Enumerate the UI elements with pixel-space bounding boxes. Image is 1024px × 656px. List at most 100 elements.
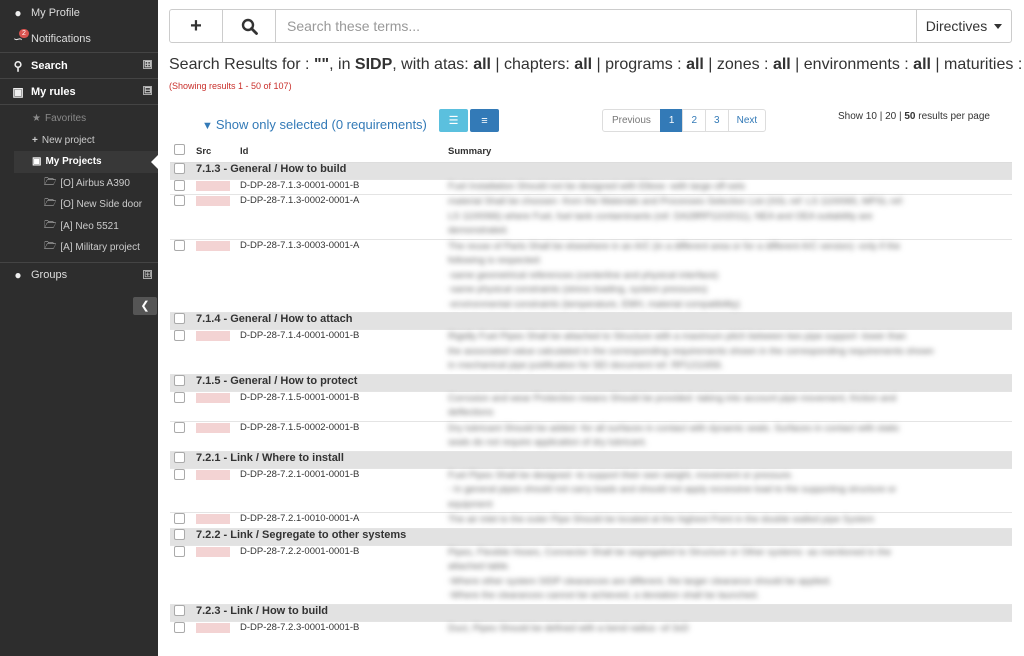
group-title[interactable]: 7.1.3 - General / How to build	[196, 161, 1012, 179]
requirement-id[interactable]: D-DP-28-7.1.3-0002-0001-A	[240, 194, 448, 239]
search-button[interactable]	[223, 10, 276, 42]
source-badge	[196, 392, 230, 403]
requirement-id[interactable]: D-DP-28-7.2.3-0001-0001-B	[240, 620, 448, 636]
group-title[interactable]: 7.2.1 - Link / Where to install	[196, 450, 1012, 468]
select-all-checkbox[interactable]	[174, 144, 185, 156]
summary-cell: Pipes, Flexible Hoses, Connector Shall b…	[448, 544, 1012, 604]
group-checkbox[interactable]	[174, 528, 185, 540]
my-projects-label: My Projects	[45, 156, 102, 168]
table-row[interactable]: D-DP-28-7.1.3-0001-0001-B Fuel Installati…	[170, 178, 1012, 195]
group-title[interactable]: 7.1.5 - General / How to protect	[196, 373, 1012, 391]
sidebar-item-project[interactable]: 🗁 [O] New Side door	[14, 194, 158, 216]
page-button[interactable]: 2	[682, 109, 707, 132]
requirement-id[interactable]: D-DP-28-7.1.5-0001-0001-B	[240, 390, 448, 421]
requirement-summary: The reuse of Parts Shall be elsewhere in…	[448, 240, 1012, 313]
row-checkbox[interactable]	[174, 330, 185, 341]
sidebar-item-new-project[interactable]: + New project	[14, 130, 158, 152]
row-checkbox[interactable]	[174, 468, 185, 480]
group-checkbox-cell	[170, 450, 196, 468]
search-input[interactable]	[276, 10, 916, 42]
table-row[interactable]: D-DP-28-7.2.1-0010-0001-A The air inlet t…	[170, 512, 1012, 528]
title-chapters: all	[574, 56, 593, 73]
table-body: 7.1.3 - General / How to build D-DP-28-7.…	[170, 161, 1012, 636]
table-row[interactable]: D-DP-28-7.2.3-0001-0001-B Duct, Pipes Sho…	[170, 620, 1012, 636]
table-row[interactable]: D-DP-28-7.1.3-0003-0001-A The reuse of Pa…	[170, 238, 1012, 313]
search-bar: + Directives	[169, 9, 1012, 43]
list-view-button[interactable]: ☰	[439, 109, 468, 132]
requirement-id[interactable]: D-DP-28-7.2.2-0001-0001-B	[240, 544, 448, 604]
per-page-selected[interactable]: 50	[904, 111, 915, 122]
expand-icon[interactable]: ⊞	[143, 269, 152, 279]
table-row[interactable]: D-DP-28-7.2.2-0001-0001-B Pipes, Flexible…	[170, 544, 1012, 604]
table-row[interactable]: D-DP-28-7.1.3-0002-0001-A material Shall …	[170, 194, 1012, 239]
requirement-id[interactable]: D-DP-28-7.1.5-0002-0001-B	[240, 420, 448, 451]
page-button[interactable]: 3	[705, 109, 729, 132]
row-checkbox[interactable]	[174, 239, 185, 251]
requirement-id[interactable]: D-DP-28-7.1.4-0001-0001-B	[240, 329, 448, 374]
group-checkbox[interactable]	[174, 162, 185, 174]
pagination: Previous 1 2 3 Next	[602, 109, 767, 132]
summary-line: Rigidly Fuel Pipes Shall be attached to …	[448, 331, 907, 342]
group-checkbox[interactable]	[174, 374, 185, 386]
requirement-id[interactable]: D-DP-28-7.1.3-0001-0001-B	[240, 178, 448, 195]
detail-view-button[interactable]: ≡	[470, 109, 499, 132]
source-badge	[196, 240, 230, 251]
row-checkbox[interactable]	[174, 179, 185, 191]
sidebar-item-label: Notifications	[31, 33, 91, 45]
sidebar-item-project[interactable]: 🗁 [O] Airbus A390	[14, 173, 158, 195]
sidebar-item-my-profile[interactable]: ● My Profile	[0, 0, 158, 26]
sidebar-item-favorites[interactable]: ★ Favorites	[14, 108, 158, 130]
sidebar-item-project[interactable]: 🗁 [A] Military project	[14, 237, 158, 259]
sidebar-item-project[interactable]: 🗁 [A] Neo 5521	[14, 216, 158, 238]
project-label: [A] Military project	[60, 242, 140, 254]
sidebar-item-search[interactable]: ⚲ Search ⊞	[0, 52, 158, 78]
requirement-id[interactable]: D-DP-28-7.1.3-0003-0001-A	[240, 238, 448, 313]
row-checkbox[interactable]	[174, 391, 185, 403]
summary-cell: Dry lubricant Should be added -for all s…	[448, 420, 1012, 451]
row-checkbox[interactable]	[174, 621, 185, 633]
group-title[interactable]: 7.2.2 - Link / Segregate to other system…	[196, 527, 1012, 545]
collapse-sidebar-button[interactable]: ❮	[133, 297, 157, 315]
show-only-selected-link[interactable]: ▼ Show only selected (0 requirements)	[202, 117, 427, 132]
expand-icon[interactable]: ⊞	[143, 60, 152, 69]
title-prefix: Search Results for :	[169, 56, 314, 73]
sidebar-item-my-projects[interactable]: ▣ My Projects	[14, 151, 158, 173]
group-title[interactable]: 7.2.3 - Link / How to build	[196, 603, 1012, 621]
group-row: 7.1.3 - General / How to build	[170, 161, 1012, 179]
table-row[interactable]: D-DP-28-7.2.1-0001-0001-B Fuel Pipes Shal…	[170, 467, 1012, 513]
row-checkbox[interactable]	[174, 545, 185, 557]
column-header-id[interactable]: Id	[240, 141, 448, 163]
title-atas: all	[473, 56, 491, 73]
column-header-src[interactable]: Src	[196, 141, 240, 163]
per-page-selector[interactable]: Show 10 | 20 | 50 results per page	[838, 111, 990, 122]
sidebar-item-groups[interactable]: ● Groups ⊞	[0, 261, 158, 288]
directives-dropdown[interactable]: Directives	[916, 10, 1011, 42]
group-checkbox[interactable]	[174, 313, 185, 324]
requirement-summary: Fuel Installation Should not be designed…	[448, 180, 1012, 195]
sidebar-item-notifications[interactable]: ∽ 2 Notifications	[0, 26, 158, 52]
row-checkbox[interactable]	[174, 421, 185, 433]
next-page-button[interactable]: Next	[727, 109, 767, 132]
column-header-summary[interactable]: Summary	[448, 141, 1012, 163]
src-cell	[196, 544, 240, 604]
summary-line: in mechanical pipe justification for SEI…	[448, 360, 724, 371]
previous-page-button[interactable]: Previous	[602, 109, 661, 132]
sidebar-item-my-rules[interactable]: ▣ My rules ⊟	[0, 78, 158, 104]
group-checkbox-cell	[170, 527, 196, 545]
src-cell	[196, 620, 240, 636]
group-title[interactable]: 7.1.4 - General / How to attach	[196, 312, 1012, 330]
requirement-id[interactable]: D-DP-28-7.2.1-0010-0001-A	[240, 512, 448, 528]
group-checkbox[interactable]	[174, 604, 185, 616]
table-row[interactable]: D-DP-28-7.1.5-0001-0001-B Corrosion and w…	[170, 390, 1012, 421]
per-page-options[interactable]: Show 10 | 20 |	[838, 111, 904, 122]
group-checkbox[interactable]	[174, 451, 185, 463]
add-button[interactable]: +	[170, 10, 223, 42]
src-cell	[196, 420, 240, 451]
page-button[interactable]: 1	[659, 109, 684, 132]
table-row[interactable]: D-DP-28-7.1.5-0002-0001-B Dry lubricant S…	[170, 420, 1012, 451]
row-checkbox[interactable]	[174, 195, 185, 206]
row-checkbox[interactable]	[174, 513, 185, 524]
table-row[interactable]: D-DP-28-7.1.4-0001-0001-B Rigidly Fuel Pi…	[170, 329, 1012, 374]
collapse-icon[interactable]: ⊟	[143, 86, 152, 95]
requirement-id[interactable]: D-DP-28-7.2.1-0001-0001-B	[240, 467, 448, 513]
